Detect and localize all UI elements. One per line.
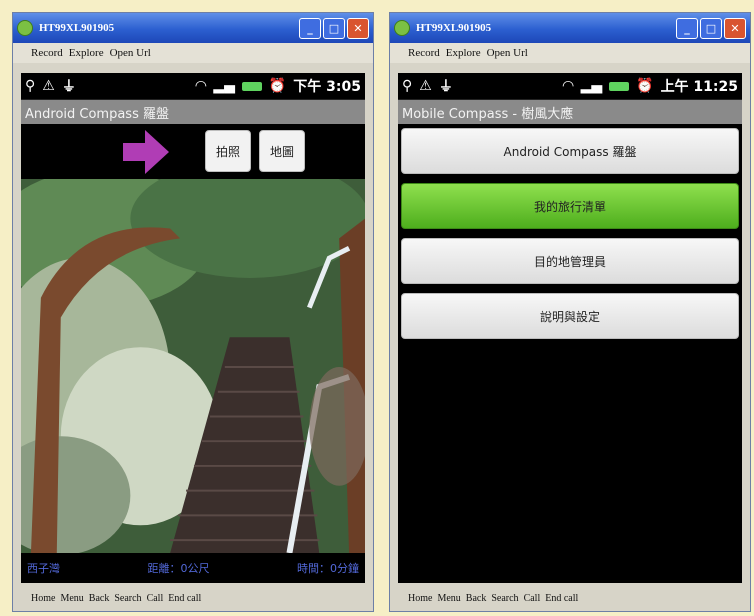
- key-menu[interactable]: Menu: [437, 593, 460, 604]
- menu-destination-manager-button[interactable]: 目的地管理員: [401, 238, 739, 284]
- info-bar: 西子灣 距離：0公尺 時間：0分鐘: [21, 553, 365, 583]
- window-title: HT99XL901905: [39, 22, 115, 34]
- usb-icon: ⏚: [438, 79, 453, 95]
- gps-icon: ⚲: [25, 78, 36, 94]
- battery-icon: [241, 81, 262, 91]
- time-label: 時間：0分鐘: [297, 562, 359, 575]
- distance-label: 距離：0公尺: [147, 562, 210, 575]
- camera-preview: [21, 179, 365, 553]
- key-call[interactable]: Call: [147, 593, 164, 604]
- app-icon: [394, 20, 410, 36]
- minimize-icon[interactable]: _: [676, 17, 698, 39]
- compass-toolbar: 拍照 地圖: [21, 124, 365, 180]
- wifi-icon: ◠: [195, 78, 207, 94]
- status-clock: 下午 3:05: [293, 79, 361, 95]
- window-titlebar: HT99XL901905 _ □ ✕: [13, 13, 373, 43]
- phone-screen: ⚲ ⚠ ⏚ ◠ ▂▄ ⏰ 下午 3:05 Android Compass 羅盤 …: [21, 73, 365, 583]
- key-back[interactable]: Back: [466, 593, 487, 604]
- minimize-icon[interactable]: _: [299, 17, 321, 39]
- menu-explore[interactable]: Explore: [69, 47, 104, 59]
- status-clock: 上午 11:25: [660, 79, 738, 95]
- window-title: HT99XL901905: [416, 22, 492, 34]
- key-end-call[interactable]: End call: [168, 593, 201, 604]
- arrow-right-icon: [123, 130, 169, 174]
- alarm-icon: ⏰: [268, 78, 287, 94]
- emulator-window-left: HT99XL901905 _ □ ✕ Record Explore Open U…: [12, 12, 374, 612]
- warning-icon: ⚠: [42, 78, 55, 94]
- app-title: Android Compass 羅盤: [21, 100, 365, 124]
- app-icon: [17, 20, 33, 36]
- map-button[interactable]: 地圖: [259, 130, 305, 172]
- close-icon[interactable]: ✕: [347, 17, 369, 39]
- phone-screen: ⚲ ⚠ ⏚ ◠ ▂▄ ⏰ 上午 11:25 Mobile Compass - 樹…: [398, 73, 742, 583]
- signal-icon: ▂▄: [580, 78, 603, 94]
- main-menu: Android Compass 羅盤 我的旅行清單 目的地管理員 說明與設定: [398, 124, 742, 352]
- camera-button[interactable]: 拍照: [205, 130, 251, 172]
- maximize-icon[interactable]: □: [700, 17, 722, 39]
- key-search[interactable]: Search: [491, 593, 518, 604]
- wifi-icon: ◠: [562, 78, 574, 94]
- window-menubar: Record Explore Open Url: [390, 43, 750, 63]
- menu-open-url[interactable]: Open Url: [487, 47, 528, 59]
- window-titlebar: HT99XL901905 _ □ ✕: [390, 13, 750, 43]
- usb-icon: ⏚: [61, 79, 76, 95]
- app-title: Mobile Compass - 樹風大應: [398, 100, 742, 124]
- warning-icon: ⚠: [419, 78, 432, 94]
- emulator-keybar: Home Menu Back Search Call End call: [13, 585, 373, 611]
- menu-record[interactable]: Record: [408, 47, 440, 59]
- emulator-keybar: Home Menu Back Search Call End call: [390, 585, 750, 611]
- window-menubar: Record Explore Open Url: [13, 43, 373, 63]
- menu-travel-list-button[interactable]: 我的旅行清單: [401, 183, 739, 229]
- menu-compass-button[interactable]: Android Compass 羅盤: [401, 128, 739, 174]
- menu-record[interactable]: Record: [31, 47, 63, 59]
- close-icon[interactable]: ✕: [724, 17, 746, 39]
- menu-explore[interactable]: Explore: [446, 47, 481, 59]
- key-end-call[interactable]: End call: [545, 593, 578, 604]
- maximize-icon[interactable]: □: [323, 17, 345, 39]
- emulator-window-right: HT99XL901905 _ □ ✕ Record Explore Open U…: [389, 12, 751, 612]
- signal-icon: ▂▄: [213, 78, 235, 94]
- key-home[interactable]: Home: [408, 593, 432, 604]
- alarm-icon: ⏰: [636, 78, 654, 94]
- menu-help-settings-button[interactable]: 說明與設定: [401, 293, 739, 339]
- key-back[interactable]: Back: [89, 593, 110, 604]
- key-search[interactable]: Search: [114, 593, 141, 604]
- menu-open-url[interactable]: Open Url: [110, 47, 151, 59]
- location-label: 西子灣: [27, 562, 60, 575]
- status-bar: ⚲ ⚠ ⏚ ◠ ▂▄ ⏰ 上午 11:25: [398, 73, 742, 100]
- key-menu[interactable]: Menu: [60, 593, 83, 604]
- status-bar: ⚲ ⚠ ⏚ ◠ ▂▄ ⏰ 下午 3:05: [21, 73, 365, 100]
- battery-icon: [609, 81, 630, 91]
- key-call[interactable]: Call: [524, 593, 541, 604]
- key-home[interactable]: Home: [31, 593, 55, 604]
- gps-icon: ⚲: [402, 78, 413, 94]
